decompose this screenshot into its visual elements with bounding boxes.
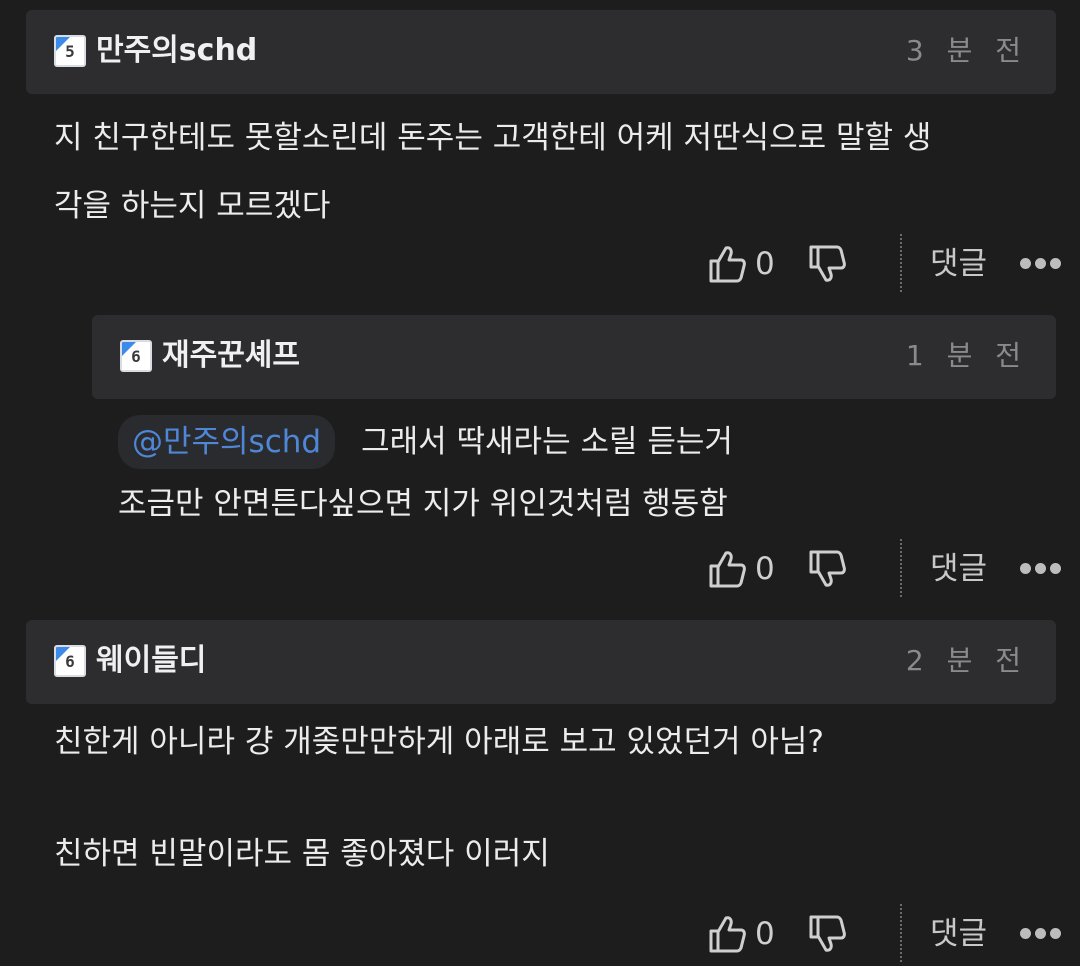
level-badge-icon: 5 — [54, 35, 86, 67]
reply-button[interactable]: 댓글 — [930, 912, 987, 956]
comment-actions: 0 댓글 — [708, 234, 1080, 296]
comment-time: 1 분 전 — [905, 339, 1028, 372]
divider — [900, 234, 902, 292]
like-count: 0 — [755, 551, 775, 587]
comment-body: 친한게 아니라 걍 개좆만만하게 아래로 보고 있었던거 아님? 친하면 빈말이… — [54, 714, 824, 882]
comment-actions: 0 댓글 — [708, 539, 1080, 601]
comment-line — [54, 770, 824, 826]
comment-line: 조금만 안면튼다싶으면 지가 위인것처럼 행동함 — [118, 486, 728, 522]
divider — [900, 539, 902, 597]
like-count: 0 — [755, 246, 775, 282]
comment-actions: 0 댓글 — [708, 904, 1080, 966]
level-badge-icon: 6 — [54, 645, 86, 677]
more-dots-icon[interactable] — [1020, 258, 1061, 272]
more-dots-icon[interactable] — [1020, 928, 1061, 942]
like-count: 0 — [755, 916, 775, 952]
divider — [900, 904, 902, 962]
mention-tag[interactable]: @만주의schd — [118, 415, 336, 469]
comment-author[interactable]: 재주꾼셰프 — [162, 335, 300, 377]
thumbs-down-icon[interactable] — [808, 914, 846, 954]
comment-author[interactable]: 웨이들디 — [96, 640, 206, 682]
comment-author[interactable]: 만주의schd — [96, 30, 257, 72]
comment-header: 5 만주의schd 3 분 전 — [26, 10, 1056, 94]
level-badge-icon: 6 — [120, 340, 152, 372]
thumbs-up-icon[interactable] — [708, 244, 746, 284]
comment-line: 친하면 빈말이라도 몸 좋아졌다 이러지 — [54, 836, 550, 872]
more-dots-icon[interactable] — [1020, 563, 1061, 577]
comment-line: 친한게 아니라 걍 개좆만만하게 아래로 보고 있었던거 아님? — [54, 724, 824, 760]
comment-line: 지 친구한테도 못할소린데 돈주는 고객한테 어케 저딴식으로 말할 생 — [54, 120, 932, 156]
comment-line: 각을 하는지 모르겠다 — [54, 188, 331, 224]
thumbs-down-icon[interactable] — [808, 549, 846, 589]
thumbs-down-icon[interactable] — [808, 244, 846, 284]
reply-button[interactable]: 댓글 — [930, 242, 987, 286]
thumbs-up-icon[interactable] — [708, 549, 746, 589]
comment-body: @만주의schd 그래서 딱새라는 소릴 듣는거 조금만 안면튼다싶으면 지가 위… — [118, 408, 733, 532]
comment-time: 3 분 전 — [905, 34, 1028, 67]
comment-header: 6 웨이들디 2 분 전 — [26, 620, 1056, 704]
thumbs-up-icon[interactable] — [708, 914, 746, 954]
comment-time: 2 분 전 — [905, 644, 1028, 677]
reply-button[interactable]: 댓글 — [930, 547, 987, 591]
comment-body: 지 친구한테도 못할소린데 돈주는 고객한테 어케 저딴식으로 말할 생 각을 … — [54, 104, 931, 240]
comment-line: @만주의schd 그래서 딱새라는 소릴 듣는거 — [118, 408, 733, 476]
reply-header: 6 재주꾼셰프 1 분 전 — [92, 315, 1056, 399]
